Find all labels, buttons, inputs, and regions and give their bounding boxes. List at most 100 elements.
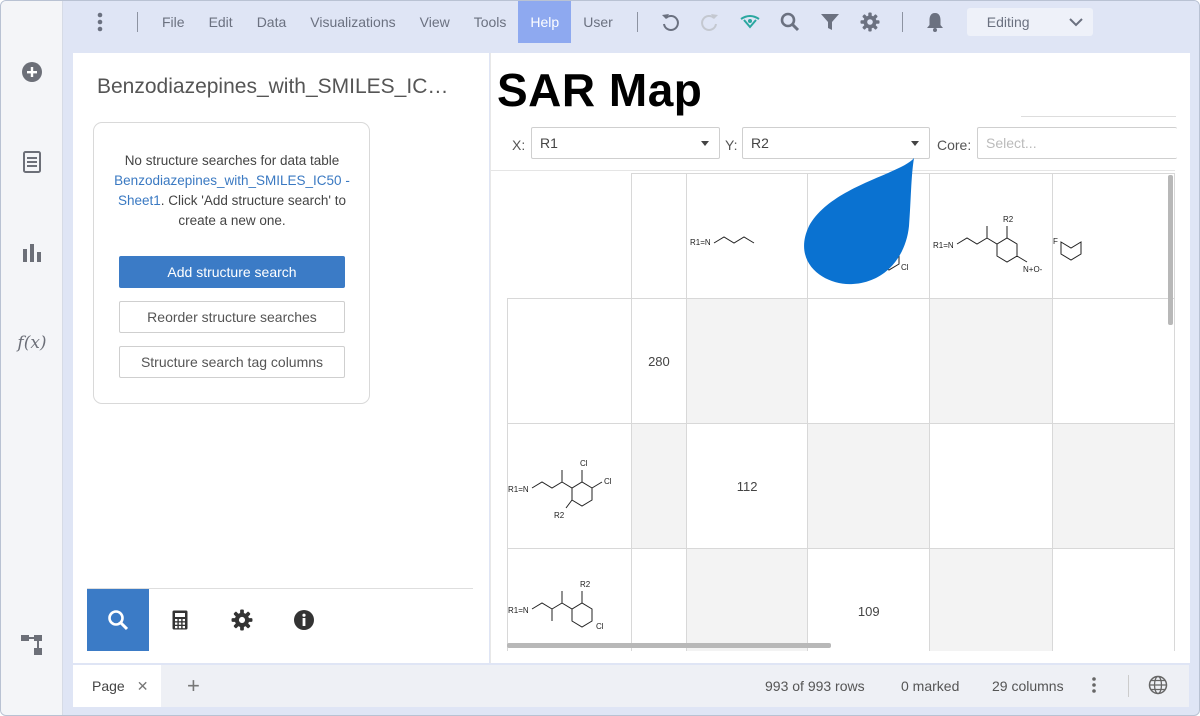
- header-cell[interactable]: R1=N: [686, 173, 809, 299]
- close-icon[interactable]: ✕: [137, 678, 149, 695]
- visualizations-icon[interactable]: [1, 232, 63, 272]
- structure-label: R1=N: [508, 485, 529, 494]
- function-icon[interactable]: f(x): [1, 323, 63, 363]
- data-canvas-icon[interactable]: [1, 625, 63, 665]
- search-icon: [108, 610, 129, 631]
- y-axis-select[interactable]: R2: [742, 127, 930, 159]
- mode-select[interactable]: Editing: [966, 8, 1093, 36]
- add-page-icon[interactable]: +: [187, 673, 200, 699]
- tab-search[interactable]: [87, 589, 149, 651]
- divider: [636, 12, 638, 32]
- value-cell[interactable]: [929, 548, 1053, 651]
- app-window: f(x) File Edit Data Visualizations View …: [0, 0, 1200, 716]
- message-text: No structure searches for data table: [124, 153, 340, 168]
- tab-info[interactable]: [273, 589, 335, 651]
- undo-icon[interactable]: [650, 1, 690, 43]
- value-cell[interactable]: [807, 298, 931, 424]
- settings-gear-icon[interactable]: [850, 1, 890, 43]
- x-axis-select[interactable]: R1: [531, 127, 720, 159]
- value-cell[interactable]: [1051, 423, 1175, 549]
- tab-calculator[interactable]: [149, 589, 211, 651]
- page-tab-label: Page: [92, 678, 125, 694]
- vertical-scrollbar[interactable]: [1168, 175, 1173, 325]
- structure-label: R1=N: [933, 241, 954, 250]
- structure-label: R2: [580, 580, 591, 589]
- caret-down-icon: [701, 141, 709, 146]
- value-cell[interactable]: [1051, 548, 1175, 651]
- menu-view[interactable]: View: [408, 1, 462, 43]
- value-cell[interactable]: 112: [686, 423, 809, 549]
- data-table-icon[interactable]: [1, 142, 63, 182]
- menu-help[interactable]: Help: [518, 1, 572, 43]
- panel-title: Benzodiazepines_with_SMILES_IC…: [97, 75, 449, 98]
- add-data-icon[interactable]: [1, 52, 63, 92]
- more-options-icon[interactable]: [1091, 676, 1097, 697]
- mode-label: Editing: [986, 14, 1030, 30]
- structure-label: F: [1053, 237, 1058, 246]
- molecule-structure: R1=N R2 Cl: [508, 580, 604, 631]
- value-cell[interactable]: [1051, 298, 1175, 424]
- search-icon[interactable]: [770, 1, 810, 43]
- caret-down-icon: [911, 141, 919, 146]
- menu-edit[interactable]: Edit: [197, 1, 245, 43]
- notifications-bell-icon[interactable]: [915, 1, 955, 43]
- recommendations-icon[interactable]: [730, 1, 770, 43]
- reorder-structure-searches-button[interactable]: Reorder structure searches: [119, 301, 345, 333]
- value-cell[interactable]: [807, 423, 931, 549]
- value-cell[interactable]: [929, 298, 1053, 424]
- core-select[interactable]: Select...: [977, 127, 1177, 159]
- value-cell[interactable]: [630, 423, 688, 549]
- header-cell[interactable]: F: [1051, 173, 1175, 299]
- redo-icon[interactable]: [690, 1, 730, 43]
- sar-map-visualization: SAR Map X: R1 Y: R2 Core: Select... R1=N…: [490, 53, 1190, 663]
- structure-label: R1=N: [690, 238, 711, 247]
- tab-settings[interactable]: [211, 589, 273, 651]
- molecule-structure: R1=N: [690, 236, 755, 247]
- value-cell[interactable]: 109: [807, 548, 931, 651]
- left-rail: f(x): [1, 1, 63, 715]
- divider: [1128, 675, 1129, 697]
- menu-file[interactable]: File: [150, 1, 197, 43]
- structure-label: R1=N: [508, 606, 529, 615]
- row-header-cell[interactable]: [507, 298, 632, 424]
- filter-icon[interactable]: [810, 1, 850, 43]
- divider: [1021, 116, 1176, 117]
- structure-search-tag-columns-button[interactable]: Structure search tag columns: [119, 346, 345, 378]
- gear-icon: [231, 609, 253, 631]
- core-placeholder: Select...: [986, 135, 1037, 151]
- menu-user[interactable]: User: [571, 1, 625, 43]
- value-cell[interactable]: [929, 423, 1053, 549]
- info-icon: [294, 610, 314, 630]
- header-cell[interactable]: R1=N R2 N+O-: [929, 173, 1053, 299]
- table-row: 280: [507, 298, 1175, 424]
- menu-visualizations[interactable]: Visualizations: [298, 1, 407, 43]
- row-header-cell[interactable]: R1=N Cl Cl R2: [507, 423, 632, 549]
- drop-marker: [804, 158, 914, 285]
- horizontal-scrollbar[interactable]: [507, 643, 831, 648]
- visualization-title: SAR Map: [497, 64, 703, 116]
- add-structure-search-button[interactable]: Add structure search: [119, 256, 345, 288]
- menu-data[interactable]: Data: [245, 1, 299, 43]
- globe-icon[interactable]: [1148, 675, 1168, 698]
- x-axis-value: R1: [540, 135, 558, 151]
- molecule-structure: F: [1053, 237, 1082, 261]
- header-cell[interactable]: [630, 173, 688, 299]
- structure-search-card: No structure searches for data table Ben…: [93, 122, 370, 404]
- page-tab[interactable]: Page ✕: [73, 665, 161, 707]
- value-cell[interactable]: [686, 548, 809, 651]
- value-cell[interactable]: 280: [630, 298, 688, 424]
- empty-message: No structure searches for data table Ben…: [102, 151, 362, 231]
- rows-count: 993 of 993 rows: [765, 678, 865, 694]
- core-label: Core:: [937, 137, 972, 153]
- structure-label: R2: [1003, 215, 1014, 224]
- menu-bar: File Edit Data Visualizations View Tools…: [63, 1, 1199, 43]
- value-cell[interactable]: [630, 548, 688, 651]
- panel-tab-bar: [87, 588, 473, 651]
- corner-cell: [507, 173, 632, 299]
- menu-tools[interactable]: Tools: [462, 1, 519, 43]
- marked-count: 0 marked: [901, 678, 960, 694]
- value-cell[interactable]: [686, 298, 809, 424]
- more-options-icon[interactable]: [63, 1, 137, 43]
- structure-search-panel: Benzodiazepines_with_SMILES_IC… No struc…: [73, 53, 489, 663]
- row-header-cell[interactable]: R1=N R2 Cl: [507, 548, 632, 651]
